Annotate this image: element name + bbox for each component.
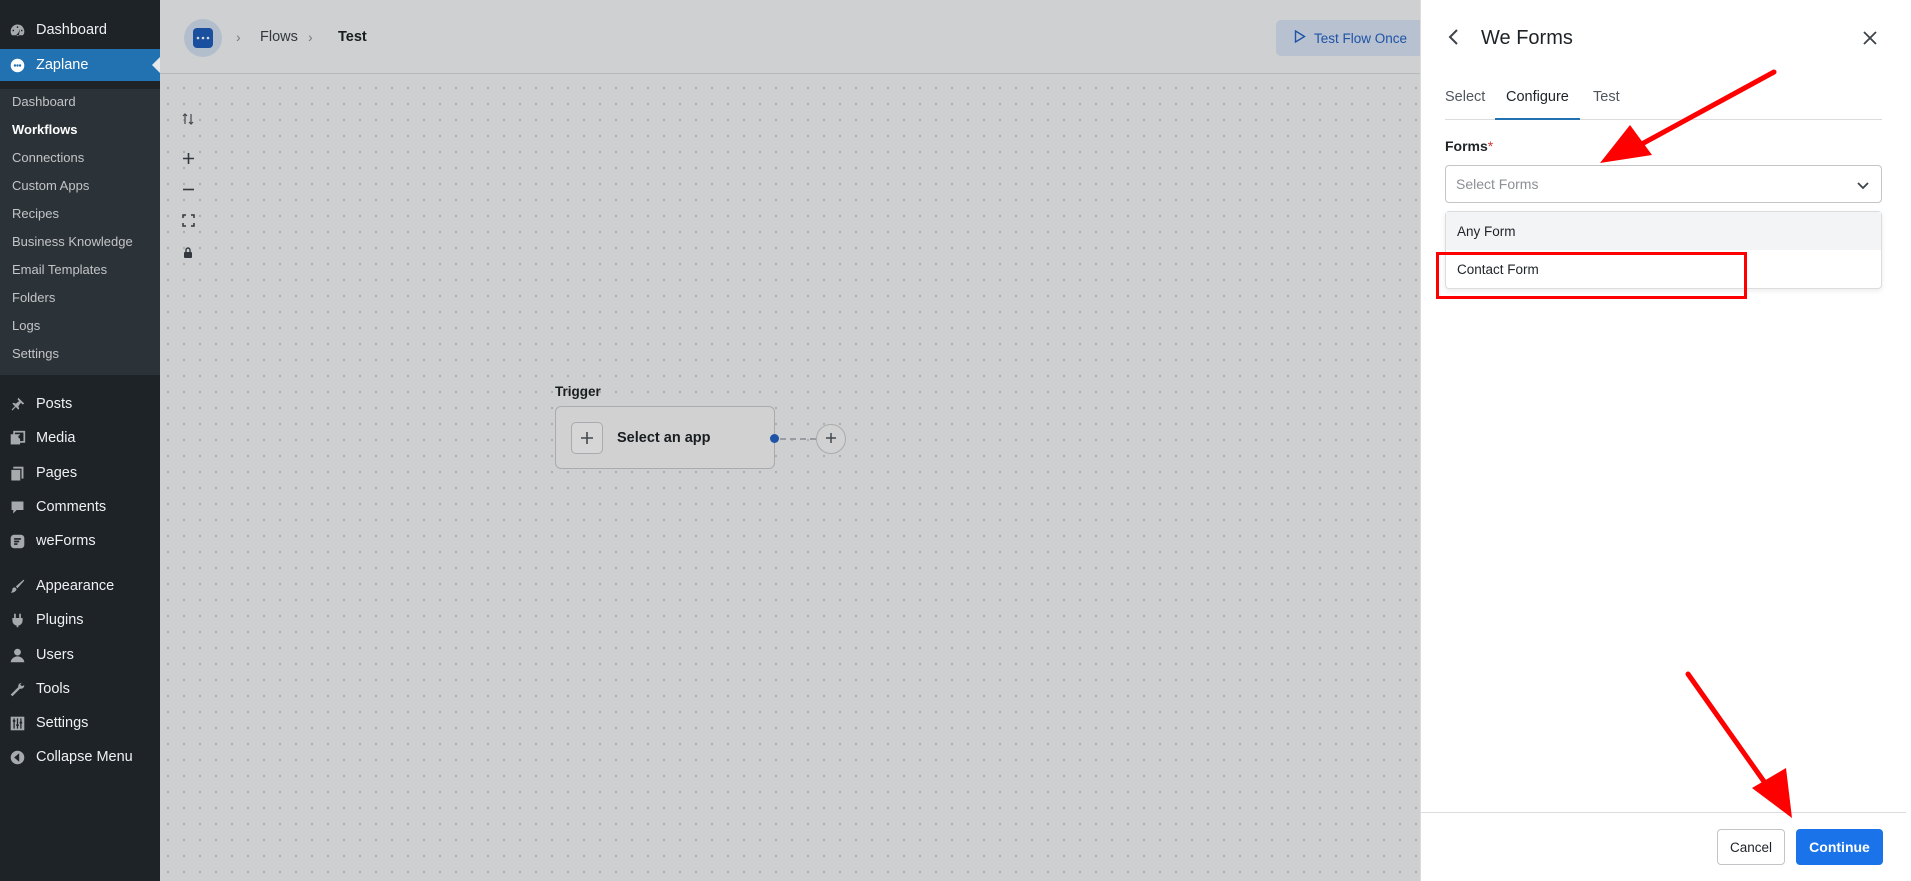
submenu-business-knowledge[interactable]: Business Knowledge: [12, 232, 133, 252]
tab-select[interactable]: Select: [1445, 89, 1485, 120]
submenu-workflows[interactable]: Workflows: [12, 120, 78, 140]
close-icon: [1862, 30, 1878, 49]
wp-menu-appearance[interactable]: Appearance: [0, 570, 160, 602]
modal-backdrop[interactable]: [160, 0, 1420, 881]
forms-select-placeholder: Select Forms: [1456, 176, 1539, 192]
wp-menu-plugins[interactable]: Plugins: [0, 604, 160, 636]
chevron-left-icon: [1447, 28, 1459, 49]
wp-menu-zaplane[interactable]: Zaplane: [0, 49, 160, 81]
media-icon: [9, 430, 26, 447]
wp-menu-appearance-label: Appearance: [36, 578, 115, 594]
plug-icon: [9, 612, 26, 629]
submenu-settings[interactable]: Settings: [12, 344, 59, 364]
dashboard-icon: [9, 22, 26, 39]
submenu-folders[interactable]: Folders: [12, 288, 55, 308]
wp-menu-media-label: Media: [36, 430, 76, 446]
required-mark: *: [1487, 138, 1494, 154]
zaplane-icon: [9, 57, 26, 74]
pages-icon: [9, 465, 26, 482]
wp-menu-collapse-label: Collapse Menu: [36, 749, 133, 765]
forms-label-text: Forms: [1445, 138, 1488, 154]
comment-bubble-icon: [9, 499, 26, 516]
wp-menu-plugins-label: Plugins: [36, 612, 84, 628]
wp-menu-settings[interactable]: Settings: [0, 707, 160, 739]
wp-menu-collapse[interactable]: Collapse Menu: [0, 741, 160, 773]
user-icon: [9, 647, 26, 664]
wp-menu-dashboard-label: Dashboard: [36, 22, 107, 38]
wp-menu-tools[interactable]: Tools: [0, 673, 160, 705]
submenu-logs[interactable]: Logs: [12, 316, 40, 336]
wp-menu-pages-label: Pages: [36, 465, 78, 481]
submenu-custom-apps[interactable]: Custom Apps: [12, 176, 89, 196]
pin-icon: [9, 396, 26, 413]
wp-menu-media[interactable]: Media: [0, 422, 160, 454]
wp-menu-tools-label: Tools: [36, 681, 70, 697]
panel-title: We Forms: [1481, 27, 1573, 49]
chevron-down-icon: [1855, 177, 1871, 193]
panel-tabs: Select Configure Test: [1445, 84, 1882, 120]
wp-admin-sidebar: Dashboard Zaplane Dashboard Workflows Co…: [0, 0, 160, 881]
collapse-arrow-icon: [9, 749, 26, 766]
submenu-connections[interactable]: Connections: [12, 148, 84, 168]
back-button[interactable]: [1443, 28, 1463, 48]
cancel-button[interactable]: Cancel: [1717, 829, 1785, 865]
wp-menu-weforms[interactable]: weForms: [0, 525, 160, 557]
tab-configure[interactable]: Configure: [1495, 89, 1580, 120]
weforms-icon: [9, 533, 26, 550]
wp-menu-comments-label: Comments: [36, 499, 107, 515]
forms-field-label: Forms*: [1445, 138, 1493, 154]
continue-button[interactable]: Continue: [1796, 829, 1883, 865]
wp-menu-dashboard[interactable]: Dashboard: [0, 14, 160, 46]
wp-menu-settings-label: Settings: [36, 715, 89, 731]
close-button[interactable]: [1859, 28, 1881, 50]
panel-footer-divider: [1421, 812, 1906, 813]
forms-select[interactable]: Select Forms: [1445, 165, 1882, 203]
zaplane-submenu: Dashboard Workflows Connections Custom A…: [0, 89, 160, 375]
annotation-highlight-box: [1436, 252, 1747, 299]
submenu-dashboard[interactable]: Dashboard: [12, 92, 76, 112]
app-config-panel: We Forms Select Configure Test Forms* Se…: [1420, 0, 1911, 881]
wp-menu-comments[interactable]: Comments: [0, 491, 160, 523]
wp-menu-zaplane-label: Zaplane: [36, 57, 89, 73]
settings-sliders-icon: [9, 715, 26, 732]
wp-menu-pages[interactable]: Pages: [0, 457, 160, 489]
wp-menu-posts[interactable]: Posts: [0, 388, 160, 420]
wp-menu-users[interactable]: Users: [0, 639, 160, 671]
submenu-recipes[interactable]: Recipes: [12, 204, 59, 224]
wp-menu-users-label: Users: [36, 647, 74, 663]
wp-menu-posts-label: Posts: [36, 396, 73, 412]
wp-menu-weforms-label: weForms: [36, 533, 96, 549]
wrench-icon: [9, 681, 26, 698]
submenu-email-templates[interactable]: Email Templates: [12, 260, 107, 280]
tab-test[interactable]: Test: [1593, 89, 1620, 120]
option-any-form[interactable]: Any Form: [1446, 212, 1881, 250]
paintbrush-icon: [9, 578, 26, 595]
